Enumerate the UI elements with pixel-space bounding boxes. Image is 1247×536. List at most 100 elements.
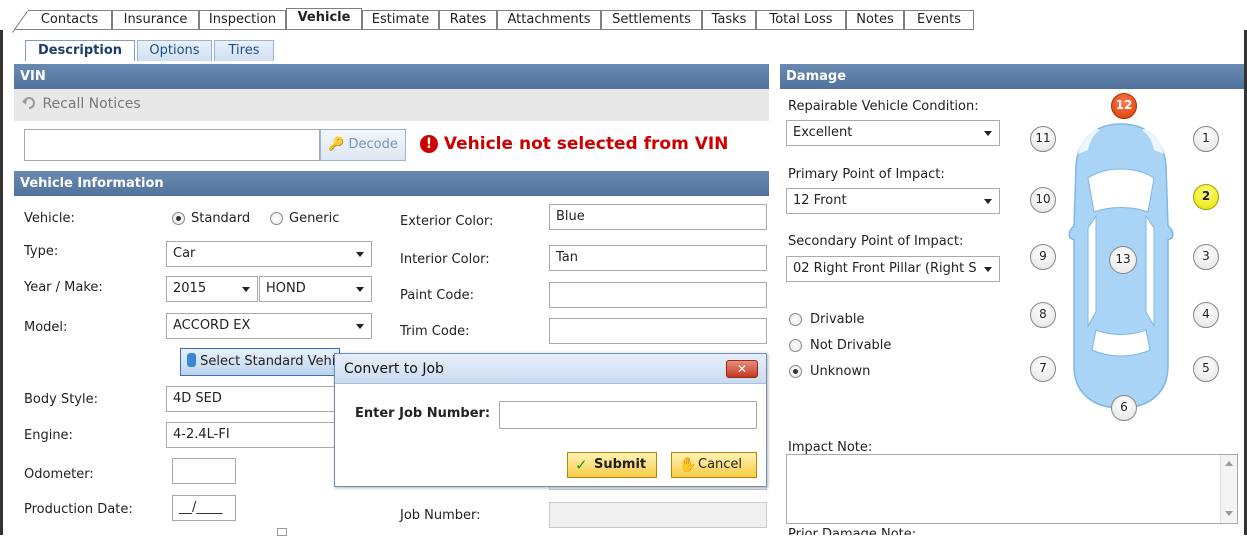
impact-point-label: 6 — [1120, 400, 1128, 414]
impact-point-label: 12 — [1115, 98, 1133, 112]
tab-settlements[interactable]: Settlements — [601, 10, 702, 30]
tab-label: Estimate — [371, 12, 430, 27]
odometer-field[interactable] — [172, 458, 236, 484]
secondary-impact-select[interactable]: 02 Right Front Pillar (Right Si — [786, 256, 1000, 282]
tab-events[interactable]: Events — [904, 10, 974, 30]
chevron-down-icon — [984, 199, 992, 204]
impact-point-2[interactable]: 2 — [1193, 184, 1219, 210]
vin-section-header: VIN — [14, 64, 769, 89]
generic-radio[interactable] — [270, 212, 283, 225]
impact-point-10[interactable]: 10 — [1030, 187, 1056, 213]
impact-point-5[interactable]: 5 — [1193, 356, 1219, 382]
decode-button[interactable]: 🔑 Decode — [320, 129, 406, 161]
tab-label: Settlements — [612, 12, 691, 27]
body-style-label: Body Style: — [24, 392, 98, 407]
impact-point-label: 13 — [1115, 252, 1131, 266]
drivable-label: Drivable — [810, 312, 865, 327]
vin-input[interactable] — [24, 129, 320, 161]
scroll-up-icon[interactable] — [1225, 461, 1233, 466]
impact-point-13[interactable]: 13 — [1109, 246, 1137, 274]
primary-impact-select[interactable]: 12 Front — [786, 188, 1000, 214]
year-select[interactable]: 2015 — [166, 276, 258, 302]
year-value: 2015 — [173, 281, 207, 296]
tab-vehicle[interactable]: Vehicle — [286, 8, 362, 30]
dialog-title: Convert to Job — [344, 361, 444, 377]
frame-left-border — [0, 0, 3, 535]
impact-point-label: 10 — [1035, 192, 1051, 206]
enter-job-number-input[interactable] — [499, 401, 757, 429]
dialog-close-button[interactable]: ✕ — [726, 360, 758, 378]
enter-job-number-label: Enter Job Number: — [355, 406, 491, 421]
tab-inspection[interactable]: Inspection — [199, 10, 286, 30]
decode-label: Decode — [348, 137, 398, 152]
impact-point-9[interactable]: 9 — [1030, 244, 1056, 270]
close-icon: ✕ — [736, 362, 748, 376]
make-select[interactable]: HOND — [259, 276, 372, 302]
impact-point-4[interactable]: 4 — [1193, 302, 1219, 328]
subtab-options[interactable]: Options — [137, 40, 212, 61]
impact-point-label: 11 — [1035, 131, 1051, 145]
unknown-radio[interactable] — [789, 365, 802, 378]
tab-notes[interactable]: Notes — [846, 10, 904, 30]
body-style-value: 4D SED — [173, 391, 222, 406]
body-style-field[interactable]: 4D SED — [166, 386, 336, 412]
vehicle-label: Vehicle: — [24, 211, 75, 226]
subtab-tires[interactable]: Tires — [214, 40, 274, 61]
submit-button[interactable]: ✓ Submit — [567, 452, 657, 478]
type-label: Type: — [24, 244, 59, 259]
impact-point-6[interactable]: 6 — [1111, 395, 1137, 421]
prior-damage-label: Prior Damage Note: — [788, 527, 916, 535]
impact-point-7[interactable]: 7 — [1030, 356, 1056, 382]
tab-bar-divider — [14, 29, 974, 30]
job-number-label: Job Number: — [400, 508, 481, 523]
cancel-label: Cancel — [698, 457, 743, 472]
engine-field[interactable]: 4-2.4L-FI — [166, 422, 336, 448]
tab-tasks[interactable]: Tasks — [702, 10, 756, 30]
exterior-color-field[interactable]: Blue — [549, 204, 767, 230]
standard-radio[interactable] — [172, 212, 185, 225]
impact-point-12[interactable]: 12 — [1111, 93, 1137, 119]
impact-note-scrollbar[interactable] — [1220, 455, 1237, 523]
interior-color-label: Interior Color: — [400, 252, 490, 267]
impact-point-1[interactable]: 1 — [1193, 126, 1219, 152]
recall-notices-button[interactable]: Recall Notices — [22, 96, 141, 114]
type-select[interactable]: Car — [166, 241, 372, 267]
subtab-description[interactable]: Description — [25, 40, 135, 61]
not-drivable-radio[interactable] — [789, 339, 802, 352]
model-value: ACCORD EX — [173, 318, 251, 333]
tab-contacts[interactable]: Contacts — [28, 10, 112, 30]
impact-note-textarea[interactable] — [786, 454, 1238, 524]
impact-point-label: 7 — [1039, 361, 1047, 375]
interior-color-field[interactable]: Tan — [549, 245, 767, 271]
select-standard-vehicle-button[interactable]: Select Standard Vehi — [180, 348, 340, 376]
submit-label: Submit — [594, 457, 647, 472]
trim-code-field[interactable] — [549, 318, 767, 344]
tab-label: Vehicle — [297, 10, 351, 25]
drivable-radio[interactable] — [789, 313, 802, 326]
tab-attachments[interactable]: Attachments — [497, 10, 601, 30]
impact-point-8[interactable]: 8 — [1030, 302, 1056, 328]
type-value: Car — [173, 246, 196, 261]
scroll-down-icon[interactable] — [1225, 511, 1233, 516]
tab-total-loss[interactable]: Total Loss — [756, 10, 846, 30]
make-value: HOND — [266, 281, 306, 296]
exterior-color-label: Exterior Color: — [400, 214, 494, 229]
impact-point-3[interactable]: 3 — [1193, 244, 1219, 270]
condition-value: Excellent — [793, 125, 853, 140]
tab-label: Contacts — [40, 12, 99, 27]
production-date-field[interactable]: __/____ — [172, 495, 236, 521]
tab-rates[interactable]: Rates — [439, 10, 497, 30]
tab-estimate[interactable]: Estimate — [362, 10, 439, 30]
tab-label: Attachments — [507, 12, 591, 27]
model-select[interactable]: ACCORD EX — [166, 313, 372, 339]
hand-stop-icon: ✋ — [679, 457, 697, 473]
condition-select[interactable]: Excellent — [786, 120, 1000, 146]
paint-code-field[interactable] — [549, 282, 767, 308]
cancel-button[interactable]: ✋ Cancel — [671, 452, 757, 478]
job-number-field — [549, 502, 767, 528]
primary-impact-value: 12 Front — [793, 193, 847, 208]
tab-label: Total Loss — [769, 12, 833, 27]
chevron-down-icon — [242, 287, 250, 292]
tab-insurance[interactable]: Insurance — [112, 10, 199, 30]
impact-point-11[interactable]: 11 — [1030, 126, 1056, 152]
